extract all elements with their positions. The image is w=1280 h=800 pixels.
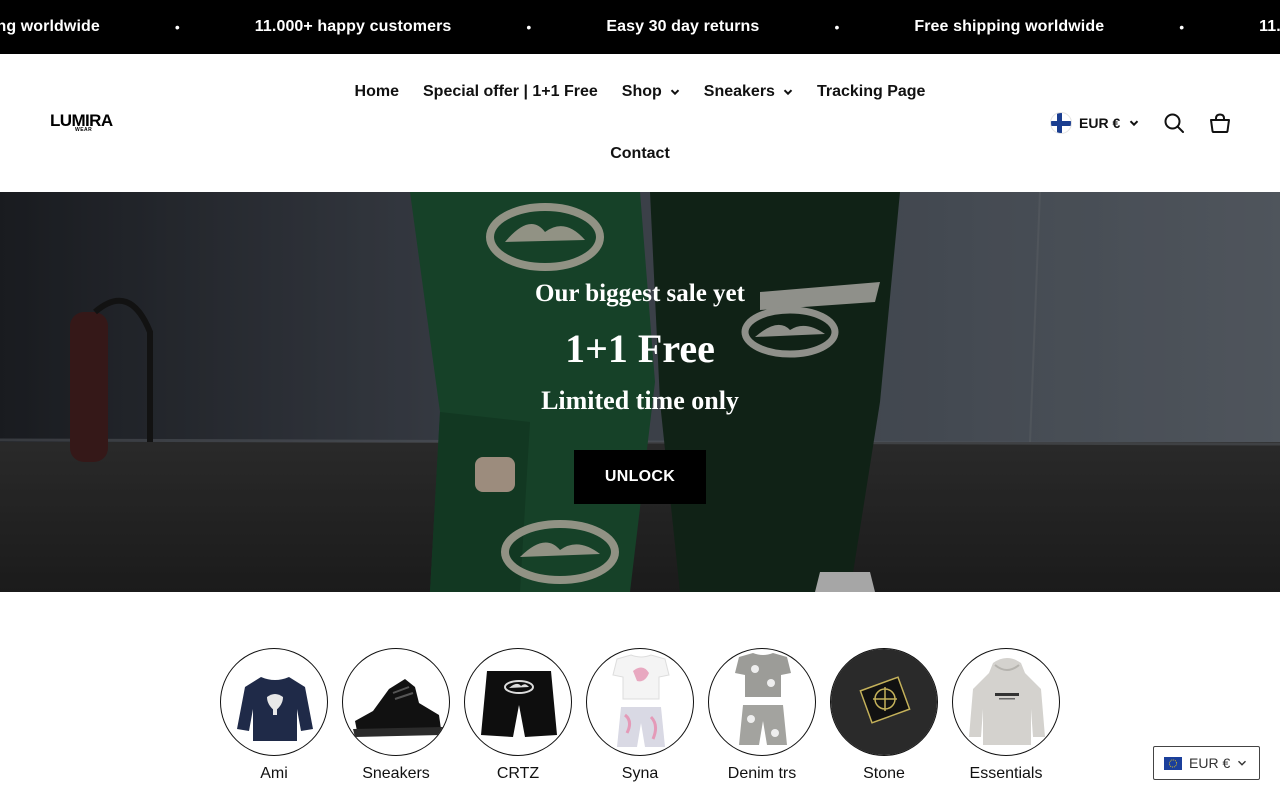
header-actions: EUR € xyxy=(1050,112,1231,134)
category-label: Essentials xyxy=(969,765,1043,782)
grey-hoodie-image xyxy=(952,648,1060,756)
pink-set-image xyxy=(586,648,694,756)
nav-sneakers[interactable]: Sneakers xyxy=(704,81,793,103)
nav-contact[interactable]: Contact xyxy=(610,143,670,165)
hero-kicker: Our biggest sale yet xyxy=(535,280,745,307)
category-label: Ami xyxy=(260,765,288,782)
floating-currency-selector[interactable]: EUR € xyxy=(1153,746,1260,780)
logo-subtext: WEAR xyxy=(75,127,93,133)
stone-badge-image xyxy=(830,648,938,756)
nav-sneakers-label: Sneakers xyxy=(703,83,775,100)
hero-banner: Our biggest sale yet 1+1 Free Limited ti… xyxy=(0,192,1280,592)
category-sneakers[interactable]: Sneakers xyxy=(342,648,450,788)
announcement-item: Free shipping worldwide xyxy=(914,18,1105,35)
hero-content: Our biggest sale yet 1+1 Free Limited ti… xyxy=(0,192,1280,592)
black-shorts-image xyxy=(464,648,572,756)
black-sneaker-image xyxy=(342,648,450,756)
eu-flag-icon xyxy=(1164,756,1182,770)
floating-currency-label: EUR € xyxy=(1189,755,1231,771)
announcement-track: Free shipping worldwide • 11.000+ happy … xyxy=(0,0,1280,54)
logo[interactable]: LUMIRA WEAR xyxy=(50,112,120,136)
chevron-down-icon xyxy=(1238,760,1247,766)
announcement-item: Easy 30 day returns xyxy=(606,18,760,35)
category-crtz[interactable]: CRTZ xyxy=(464,648,572,788)
navy-sweater-image xyxy=(220,648,328,756)
finland-flag-icon xyxy=(1050,112,1072,134)
unlock-button[interactable]: UNLOCK xyxy=(574,450,706,504)
nav-shop[interactable]: Shop xyxy=(622,81,680,103)
announcement-separator: • xyxy=(1179,19,1185,35)
chevron-down-icon xyxy=(783,89,793,96)
announcement-separator: • xyxy=(526,19,532,35)
search-icon[interactable] xyxy=(1163,112,1185,134)
category-syna[interactable]: Syna xyxy=(586,648,694,788)
announcement-separator: • xyxy=(174,19,180,35)
category-label: CRTZ xyxy=(496,765,540,782)
announcement-bar: Free shipping worldwide • 11.000+ happy … xyxy=(0,0,1280,54)
category-ami[interactable]: Ami xyxy=(220,648,328,788)
category-essentials[interactable]: Essentials xyxy=(952,648,1060,788)
cart-icon[interactable] xyxy=(1209,112,1231,134)
announcement-item: 11.000+ happy customers xyxy=(254,18,452,35)
nav-tracking[interactable]: Tracking Page xyxy=(817,81,926,103)
currency-selector[interactable]: EUR € xyxy=(1079,115,1120,131)
category-denim-trs[interactable]: Denim trs xyxy=(708,648,816,788)
announcement-separator: • xyxy=(834,19,840,35)
category-list: Ami Sneakers CRTZ Syna Denim trs Stone E… xyxy=(220,648,1060,788)
grey-set-image xyxy=(708,648,816,756)
category-label: Denim trs xyxy=(727,765,797,782)
hero-title: 1+1 Free xyxy=(565,326,715,371)
chevron-down-icon[interactable] xyxy=(1129,118,1139,128)
category-label: Syna xyxy=(621,765,659,782)
nav-shop-label: Shop xyxy=(621,83,662,100)
category-stone[interactable]: Stone xyxy=(830,648,938,788)
site-header: LUMIRA WEAR Home Special offer | 1+1 Fre… xyxy=(0,54,1280,192)
main-nav: Home Special offer | 1+1 Free Shop Sneak… xyxy=(330,81,950,165)
nav-home[interactable]: Home xyxy=(355,81,399,103)
announcement-item: 11.000+ happy customers xyxy=(1259,18,1280,35)
nav-special-offer[interactable]: Special offer | 1+1 Free xyxy=(423,81,598,103)
announcement-item: Free shipping worldwide xyxy=(0,18,100,35)
chevron-down-icon xyxy=(670,89,679,96)
category-label: Stone xyxy=(863,765,905,782)
hero-subtitle: Limited time only xyxy=(541,386,739,415)
category-label: Sneakers xyxy=(362,765,430,782)
